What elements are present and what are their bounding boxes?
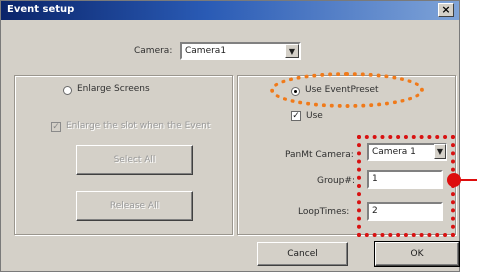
enlarge-screens-radio[interactable] [63,86,72,95]
callout-line [460,179,477,181]
callout-dot [447,173,461,187]
window-title: Event setup [7,4,75,15]
camera-dropdown-button[interactable]: ▼ [285,44,299,58]
cancel-button[interactable]: Cancel [257,242,348,266]
release-all-label: Release All [109,201,160,211]
cancel-label: Cancel [287,249,318,259]
select-all-button[interactable]: Select All [76,145,193,175]
close-button[interactable]: × [438,3,454,17]
release-all-button[interactable]: Release All [76,191,193,221]
highlight-box [357,135,455,237]
check-mark-icon: ✓ [52,122,60,132]
enlarge-slot-checkbox[interactable]: ✓ [51,122,61,132]
check-mark-icon: ✓ [292,111,300,121]
enlarge-slot-label: Enlarge the slot when the Event [66,121,211,131]
title-bar[interactable]: Event setup × [1,1,459,20]
use-checkbox[interactable]: ✓ [291,111,301,121]
chevron-down-icon: ▼ [288,47,296,56]
highlight-ellipse [270,72,424,108]
ok-button[interactable]: OK [374,241,460,267]
pantilt-camera-label: PanMt Camera: [285,150,354,160]
camera-select[interactable]: Camera1 [180,42,301,60]
group-number-label: Group#: [317,176,355,186]
camera-label: Camera: [134,46,173,56]
use-label: Use [306,111,323,121]
camera-select-value: Camera1 [185,46,227,56]
enlarge-screens-label: Enlarge Screens [77,84,150,94]
close-icon: × [441,3,451,16]
looptimes-label: LoopTimes: [298,207,350,217]
select-all-label: Select All [113,155,156,165]
ok-label: OK [410,249,424,259]
